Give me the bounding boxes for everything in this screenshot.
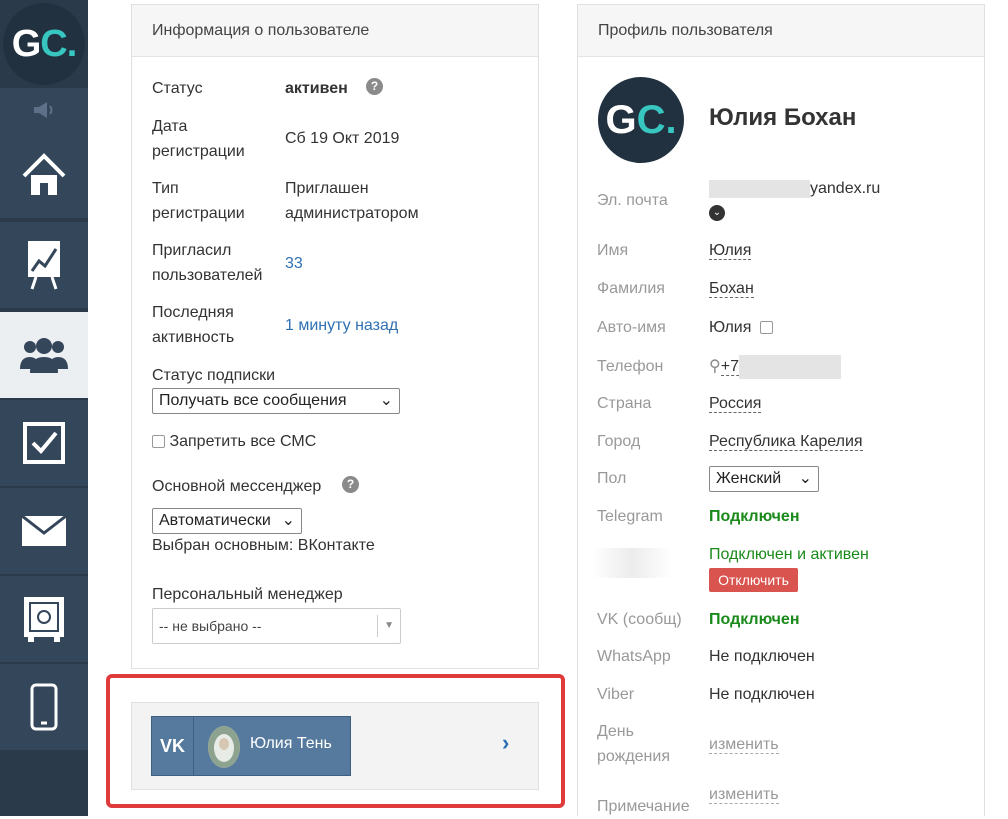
sidebar-item-tasks[interactable] xyxy=(0,400,88,488)
city-label: Город xyxy=(597,433,641,450)
last-name-value[interactable]: Бохан xyxy=(709,280,754,298)
messenger-chosen: Выбран основным: ВКонтакте xyxy=(152,537,375,554)
auto-name-label: Авто-имя xyxy=(597,319,666,336)
note-edit-link[interactable]: изменить xyxy=(709,786,779,804)
whatsapp-status: Не подключен xyxy=(709,648,815,665)
mail-icon xyxy=(21,515,67,546)
reg-type-label-2: регистрации xyxy=(152,205,245,222)
safe-icon xyxy=(24,597,64,642)
redacted-phone xyxy=(738,354,841,379)
sidebar-item-sales[interactable] xyxy=(0,576,88,664)
reg-date-label: Дата xyxy=(152,118,188,135)
phone-value[interactable]: +7 xyxy=(720,354,841,379)
email-value[interactable]: yandex.ru xyxy=(709,176,880,201)
phone-row[interactable]: ⚲+7 xyxy=(709,354,841,379)
phone-label: Телефон xyxy=(597,358,664,375)
email-label: Эл. почта xyxy=(597,192,668,209)
speaker-icon xyxy=(34,102,53,118)
birthday-label-2: рождения xyxy=(597,748,670,765)
country-label: Страна xyxy=(597,395,652,412)
user-info-title: Информация о пользователе xyxy=(132,5,538,57)
disconnect-button[interactable]: Отключить xyxy=(709,568,798,592)
profile-title: Профиль пользователя xyxy=(578,5,984,57)
expand-email-icon[interactable]: ⌄ xyxy=(709,205,725,221)
gender-label: Пол xyxy=(597,470,627,487)
profile-name: Юлия Бохан xyxy=(709,104,857,131)
vk-label: VK (сообщ) xyxy=(597,611,682,628)
ban-sms-row[interactable]: Запретить все СМС xyxy=(152,429,316,454)
reg-type-value: Приглашен xyxy=(285,180,369,197)
reg-type-value-2: администратором xyxy=(285,205,419,222)
auto-name-value: Юлия xyxy=(709,319,752,336)
telegram-status: Подключен xyxy=(709,508,800,525)
home-icon xyxy=(22,153,66,195)
manager-label: Персональный менеджер xyxy=(152,586,343,603)
subscription-label: Статус подписки xyxy=(152,367,276,384)
triangle-down-icon: ▼ xyxy=(384,620,394,631)
viber-label: Viber xyxy=(597,686,635,703)
search-icon[interactable]: ⚲ xyxy=(709,358,721,375)
reg-date-label-2: регистрации xyxy=(152,143,245,160)
status-value: активен xyxy=(285,80,348,97)
chart-board-icon xyxy=(28,241,60,290)
profile-avatar[interactable]: G C. xyxy=(598,77,684,163)
note-label: Примечание xyxy=(597,798,690,815)
help-icon[interactable]: ? xyxy=(366,78,383,95)
manager-select[interactable]: -- не выбрано -- ▼ xyxy=(152,608,401,644)
vk-status: Подключен xyxy=(709,611,800,628)
last-name-label: Фамилия xyxy=(597,280,665,297)
reg-type-label: Тип xyxy=(152,180,179,197)
phone-icon xyxy=(30,683,58,731)
viber-status: Не подключен xyxy=(709,686,815,703)
telegram-label: Telegram xyxy=(597,508,663,525)
messenger-select[interactable]: Автоматически ⌄ xyxy=(152,508,302,534)
redacted-email xyxy=(709,179,810,198)
sidebar: G C. xyxy=(0,0,88,816)
country-value[interactable]: Россия xyxy=(709,395,762,413)
first-name-value[interactable]: Юлия xyxy=(709,242,752,260)
invited-count-link[interactable]: 33 xyxy=(285,251,303,276)
subscription-select[interactable]: Получать все сообщения ⌄ xyxy=(152,388,400,414)
whatsapp-label: WhatsApp xyxy=(597,648,671,665)
last-activity-link[interactable]: 1 минуту назад xyxy=(285,313,398,338)
birthday-label: День xyxy=(597,723,634,740)
first-name-label: Имя xyxy=(597,242,629,259)
sidebar-item-mobile[interactable] xyxy=(0,664,88,752)
checkbox-icon xyxy=(23,422,65,464)
users-icon xyxy=(20,338,68,373)
sidebar-item-users[interactable] xyxy=(0,312,88,400)
sidebar-item-messages[interactable] xyxy=(0,488,88,576)
last-activity-label-2: активность xyxy=(152,329,235,346)
invited-label: Пригласил xyxy=(152,242,232,259)
sidebar-item-reports[interactable] xyxy=(0,222,88,310)
channel-status: Подключен и активен xyxy=(709,546,869,563)
chevron-down-icon: ⌄ xyxy=(281,512,295,529)
messenger-label: Основной мессенджер xyxy=(152,478,322,495)
chevron-down-icon: ⌄ xyxy=(798,470,812,487)
auto-name-checkbox[interactable] xyxy=(760,321,774,335)
city-value[interactable]: Республика Карелия xyxy=(709,433,863,451)
last-activity-label: Последняя xyxy=(152,304,234,321)
status-label: Статус xyxy=(152,80,203,97)
birthday-edit-link[interactable]: изменить xyxy=(709,736,779,754)
sidebar-item-home[interactable] xyxy=(0,132,88,220)
chevron-down-icon: ⌄ xyxy=(379,392,393,409)
reg-date-value: Сб 19 Окт 2019 xyxy=(285,130,400,147)
invited-label-2: пользователей xyxy=(152,267,263,284)
ban-sms-checkbox[interactable] xyxy=(152,435,165,449)
redacted-channel-label xyxy=(592,548,672,578)
help-icon[interactable]: ? xyxy=(342,476,359,493)
announcement-toggle[interactable] xyxy=(0,88,88,132)
logo[interactable]: G C. xyxy=(0,0,88,88)
gender-select[interactable]: Женский ⌄ xyxy=(709,466,819,492)
highlight-box xyxy=(106,674,565,808)
